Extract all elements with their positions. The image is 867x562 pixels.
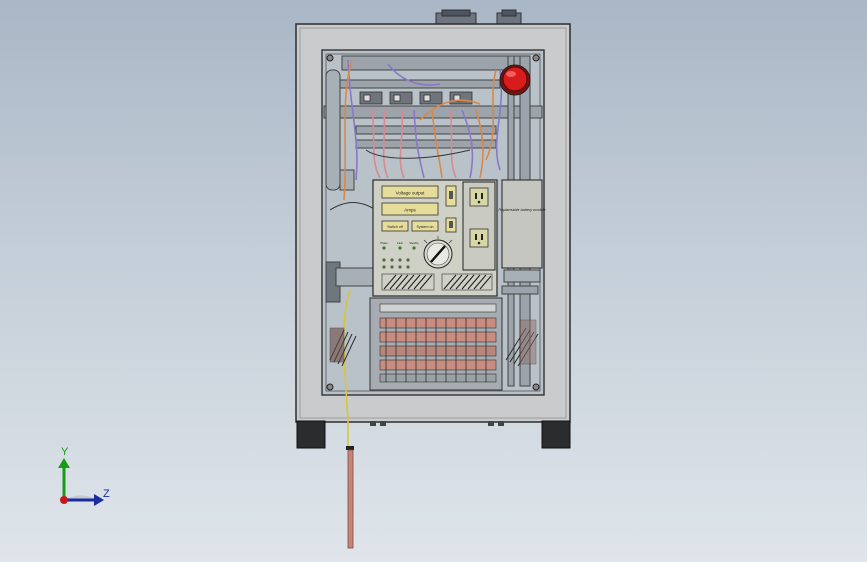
top-fittings [435,9,522,26]
power-outlet[interactable] [469,187,489,207]
led-indicator [398,258,402,262]
amps-readout: Amps [381,202,439,216]
battery-module[interactable]: Replaceable battery module [498,179,546,269]
power-outlet[interactable] [469,228,489,248]
external-cable[interactable] [346,446,354,549]
switch-off-label: Switch off [387,225,403,229]
led-indicator [382,265,386,269]
led-indicator [398,246,402,250]
system-on-button[interactable]: System on [411,220,439,232]
led-indicator [412,246,416,250]
battery-module-label: Replaceable battery module [498,208,545,212]
led-indicator [406,258,410,262]
led-label-fault: Fault [397,241,403,245]
emergency-stop-button[interactable] [499,64,531,96]
led-indicator [398,265,402,269]
voltage-readout-label: Voltage output [396,191,426,196]
voltage-readout: Voltage output [381,185,439,199]
coordinate-triad: Y Z [58,446,110,506]
axis-z-label: Z [103,488,110,500]
led-label-phase: Phase [380,241,388,245]
switch-off-button[interactable]: Switch off [381,220,409,232]
svg-text:Replaceable battery module: Replaceable battery module [498,208,545,212]
cad-viewport[interactable]: Voltage output Amps Switch off System on [0,0,867,562]
led-indicator [390,265,394,269]
led-indicator [382,246,386,250]
outlet-panel [462,181,496,271]
led-label-standby: Standby [409,241,419,245]
axis-y-label: Y [61,446,69,458]
amps-readout-label: Amps [404,208,416,213]
system-on-label: System on [417,225,434,229]
led-indicator [382,258,386,262]
led-indicator [390,258,394,262]
cabinet-feet [296,420,571,449]
led-indicator [406,265,410,269]
